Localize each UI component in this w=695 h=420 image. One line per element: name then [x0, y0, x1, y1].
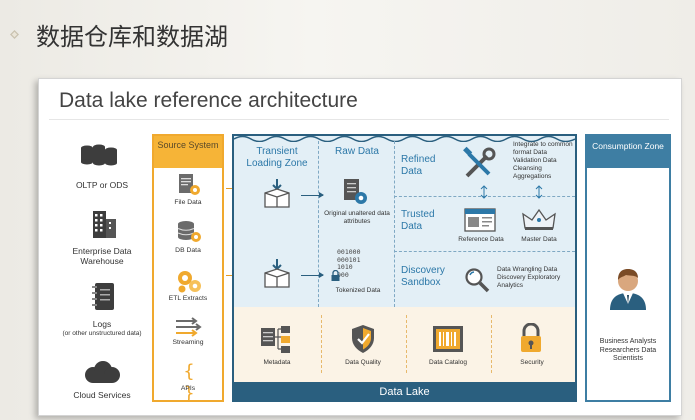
tokenized-data-label: Tokenized Data: [335, 287, 381, 294]
raw-data-title: Raw Data: [335, 146, 379, 157]
cloud-icon: [81, 360, 123, 386]
slide-title: Data lake reference architecture: [59, 89, 358, 112]
db-data-icon: [176, 220, 202, 244]
reference-data-label: Reference Data: [458, 236, 504, 243]
trusted-data-title: Trusted Data: [401, 209, 435, 232]
file-data-icon: [176, 173, 202, 197]
source-logs-sublabel: (or other unstructured data): [62, 330, 142, 337]
data-catalog-label: Data Catalog: [429, 359, 467, 366]
gov-divider-2: [406, 315, 407, 373]
discovery-description: Data Wrangling Data Discovery Explorator…: [497, 266, 561, 289]
building-icon: [89, 209, 119, 239]
reference-document-icon: [463, 207, 497, 233]
tools-wrench-icon: [461, 146, 497, 182]
business-user-icon: [608, 266, 648, 310]
db-data-label: DB Data: [175, 247, 201, 254]
magnifier-icon: [463, 266, 491, 294]
title-divider: [49, 119, 669, 120]
apis-label: APIs: [180, 385, 196, 392]
page-title: 数据仓库和数据湖: [36, 23, 228, 51]
quality-shield-icon: [350, 324, 376, 354]
gov-divider-3: [491, 315, 492, 373]
diamond-bullet-icon: [10, 30, 19, 39]
consumer-roles: Business Analysts Researchers Data Scien…: [599, 338, 657, 362]
lock-icon: [331, 266, 340, 281]
raw-data-description: Original unaltered data attributes: [324, 210, 390, 225]
etl-gears-icon: [176, 269, 202, 293]
refined-master-arrows-icon: [535, 184, 543, 199]
metadata-label: Metadata: [263, 359, 291, 366]
metadata-icon: [260, 324, 292, 354]
streaming-label: Streaming: [172, 339, 204, 346]
streaming-arrows-icon: [174, 317, 204, 337]
refined-data-description: Integrate to common format Data Validati…: [513, 141, 573, 180]
api-braces-icon: { }: [183, 361, 195, 404]
source-logs-label: Logs: [92, 319, 112, 329]
etl-extracts-label: ETL Extracts: [168, 295, 208, 302]
source-system-header: Source System: [154, 136, 222, 168]
source-system-column: Source System File Data DB Data ETL Extr…: [152, 134, 224, 404]
tokenized-bits: 001000 000101 1010 000: [337, 248, 361, 279]
architecture-slide: Data lake reference architecture OLTP or…: [38, 78, 682, 416]
data-quality-label: Data Quality: [345, 359, 381, 366]
title-bar: 数据仓库和数据湖: [0, 0, 695, 66]
refined-trusted-arrows-icon: [480, 184, 488, 199]
transient-zone-title: Transient Loading Zone: [246, 146, 308, 169]
inbox-box-icon: [261, 179, 293, 211]
file-data-label: File Data: [174, 199, 202, 206]
discovery-sandbox-title: Discovery Sandbox: [401, 265, 445, 288]
inbox-box-icon-2: [261, 259, 293, 291]
catalog-barcode-icon: [432, 325, 464, 353]
source-cloud-label: Cloud Services: [73, 390, 131, 400]
raw-document-gear-icon: [341, 177, 369, 207]
consumption-zone-header: Consumption Zone: [587, 136, 669, 168]
database-icon: [79, 143, 119, 171]
transient-to-raw-arrow: [301, 192, 324, 198]
trusted-divider: [394, 251, 575, 252]
log-book-icon: [91, 282, 117, 312]
security-lock-icon: [519, 322, 543, 353]
source-edw-label: Enterprise Data Warehouse: [72, 246, 132, 266]
transient-to-tokenized-arrow: [301, 272, 324, 278]
gov-divider-1: [321, 315, 322, 373]
master-data-label: Master Data: [521, 236, 557, 243]
data-lake-footer: Data Lake: [232, 382, 577, 402]
refined-data-title: Refined Data: [401, 154, 436, 177]
source-oltp-label: OLTP or ODS: [75, 180, 129, 190]
consumption-zone-column: Consumption Zone Business Analysts Resea…: [585, 134, 671, 402]
security-label: Security: [520, 359, 544, 366]
master-crown-icon: [522, 208, 556, 232]
